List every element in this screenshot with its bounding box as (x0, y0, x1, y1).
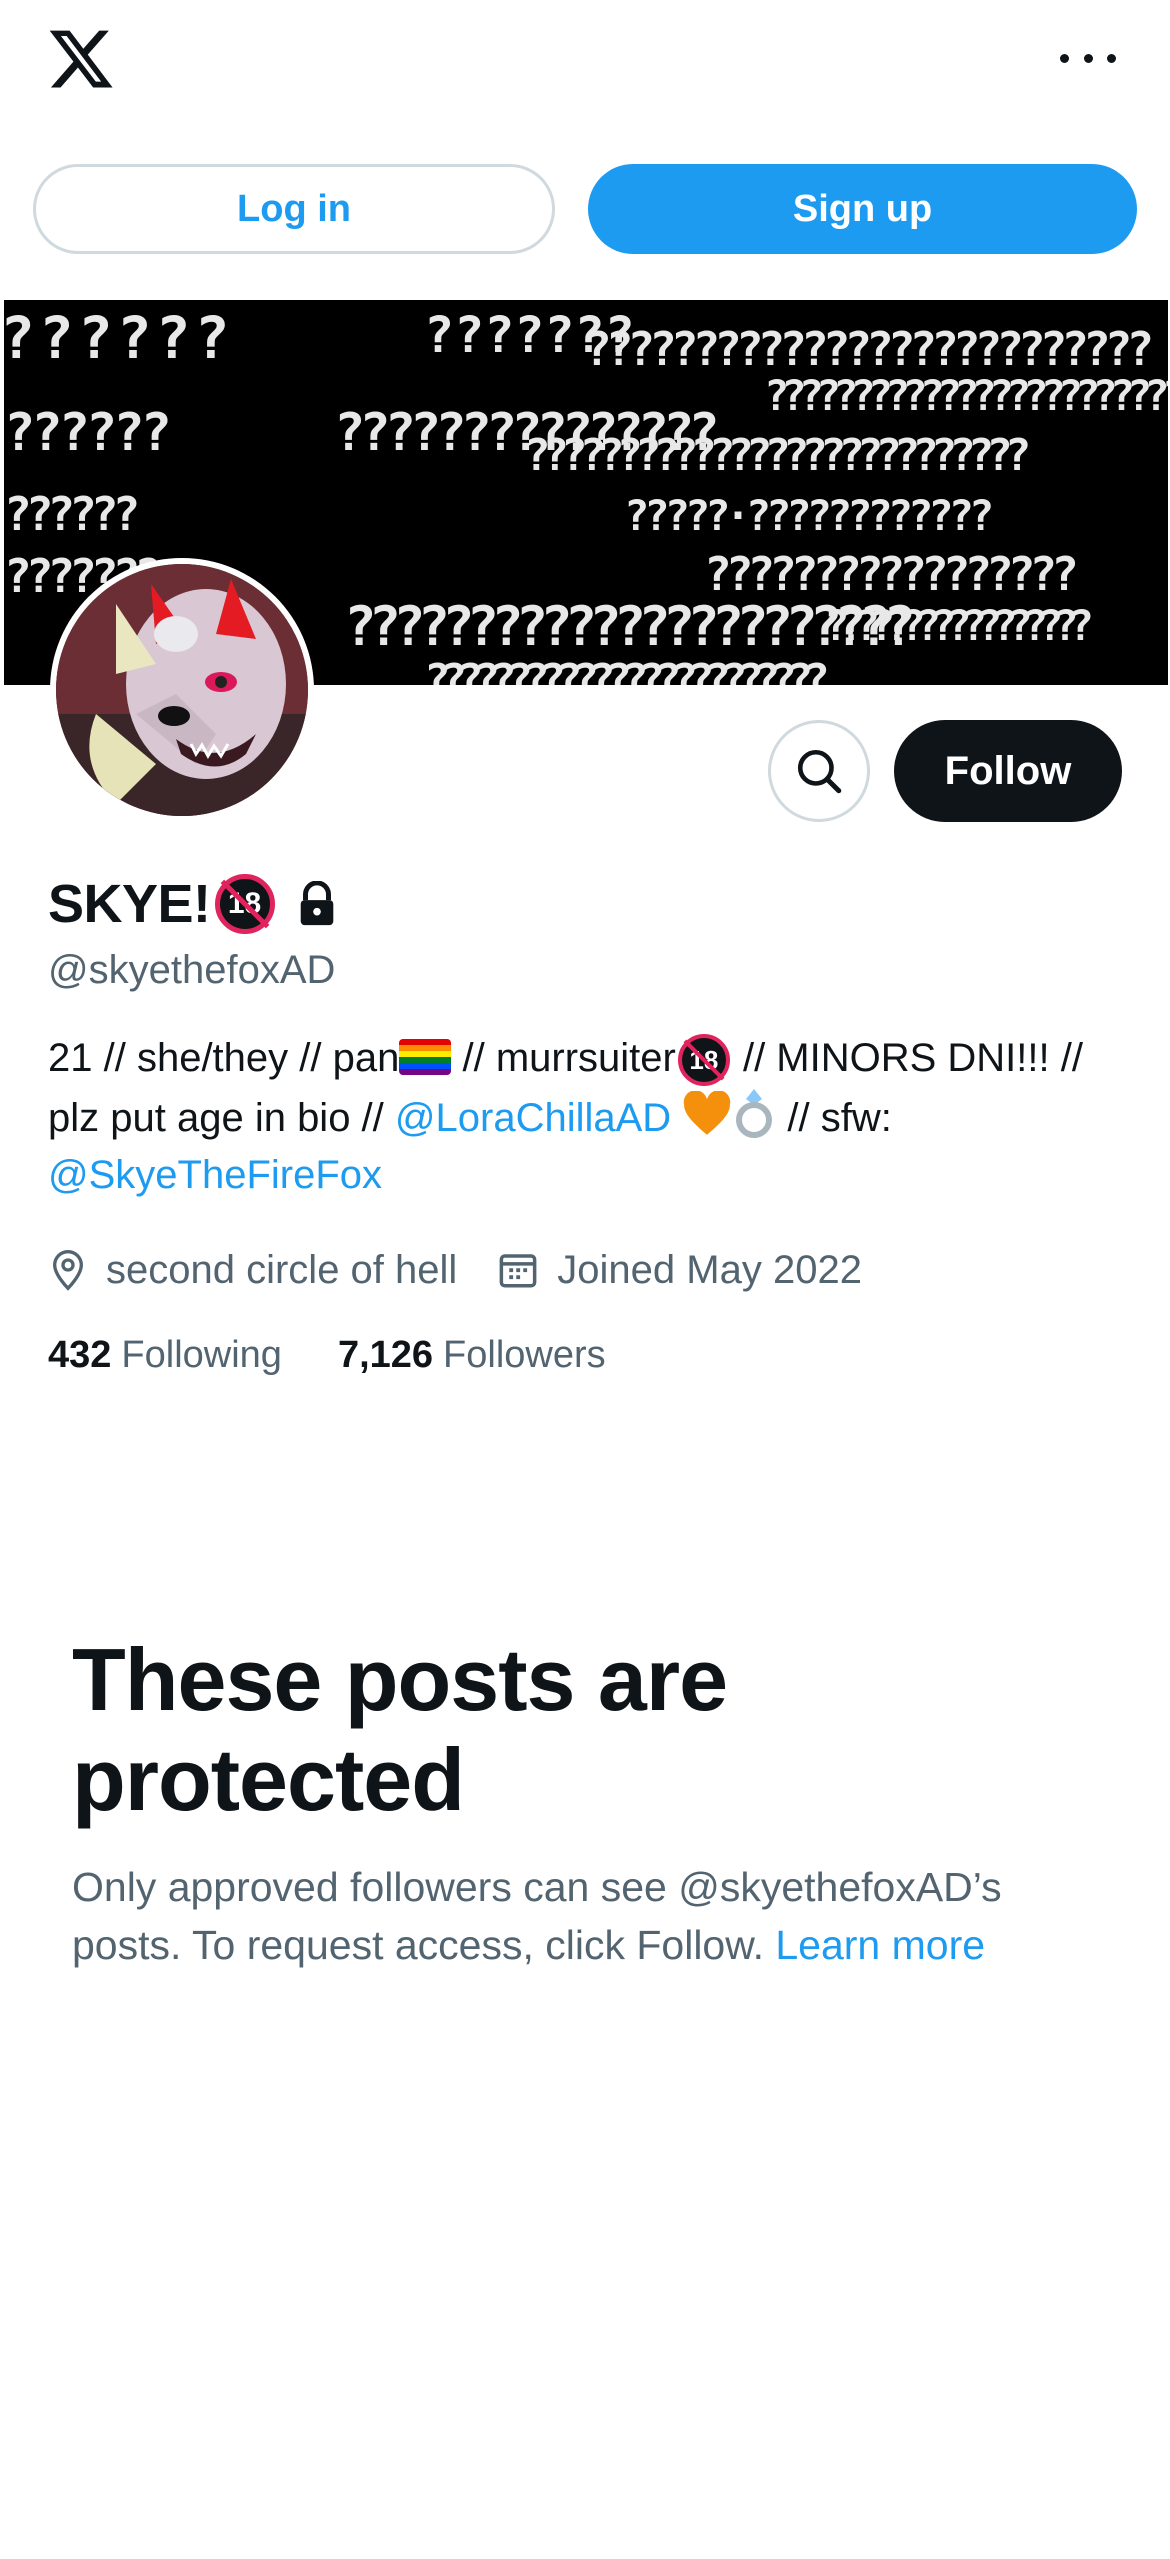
location-pin-icon (52, 1249, 84, 1291)
join-date: Joined May 2022 (497, 1248, 862, 1293)
orange-heart-icon (684, 1091, 731, 1135)
followers-count: 7,126 (337, 1333, 434, 1376)
svg-text:???????????????????????????: ??????????????????????????? (524, 430, 1028, 481)
ring-icon (736, 1089, 773, 1138)
mention-link[interactable]: @SkyeTheFireFox (48, 1153, 382, 1197)
search-profile-button[interactable] (768, 720, 870, 822)
no-under-18-icon: 18 (677, 1034, 730, 1087)
top-bar (0, 0, 1170, 140)
following-label: Following (121, 1333, 282, 1376)
bio-text: // sfw: (776, 1096, 892, 1140)
svg-text:??????????????????????????: ?????????????????????????? (584, 322, 1150, 376)
svg-text:?????????????????: ????????????????? (704, 547, 1075, 601)
display-name: SKYE! (48, 874, 211, 934)
rainbow-flag-icon (399, 1039, 452, 1075)
sign-up-button[interactable]: Sign up (588, 164, 1137, 254)
profile-bio: 21 // she/they // pan // murrsuiter 18 //… (48, 1030, 1108, 1204)
profile-meta: second circle of hell Joined May 2022 (48, 1240, 862, 1300)
learn-more-link[interactable]: Learn more (775, 1922, 985, 1968)
svg-text:????????????????????????: ???????????????????????? (424, 655, 826, 685)
bio-text: // murrsuiter (451, 1036, 676, 1080)
user-handle: @skyethefoxAD (48, 948, 336, 992)
svg-text:??????: ?????? (4, 487, 136, 541)
avatar[interactable] (50, 558, 314, 822)
follow-button[interactable]: Follow (894, 720, 1122, 822)
protected-title: These posts are protected (72, 1630, 728, 1829)
profile-stats: 432 Following 7,126 Followers (48, 1325, 606, 1385)
location: second circle of hell (48, 1248, 457, 1293)
more-options-icon[interactable] (1060, 38, 1116, 78)
following-count: 432 (48, 1333, 112, 1376)
svg-text:?????·????????????: ?????·???????????? (624, 491, 991, 540)
following-link[interactable]: 432 Following (48, 1334, 282, 1377)
log-in-button[interactable]: Log in (33, 164, 555, 254)
no-under-18-icon: 18 (214, 874, 275, 934)
protected-description: Only approved followers can see @skyethe… (72, 1858, 1072, 1974)
mention-link[interactable]: @LoraChillaAD (395, 1096, 671, 1140)
profile-name-row: SKYE! 18 (48, 868, 337, 940)
followers-label: Followers (443, 1333, 606, 1376)
search-icon (797, 749, 842, 794)
bio-text: 21 // she/they // pan (48, 1036, 400, 1080)
lock-icon (300, 881, 333, 926)
location-text: second circle of hell (106, 1247, 458, 1292)
followers-link[interactable]: 7,126 Followers (338, 1334, 606, 1377)
svg-text:??????????????????????????: ?????????????????????????? (764, 371, 1168, 420)
svg-text:??????: ?????? (4, 403, 169, 463)
calendar-icon (499, 1254, 537, 1288)
svg-text:?????????????????: ????????????????? (824, 601, 1091, 650)
svg-text:??????: ?????? (4, 304, 234, 372)
join-date-text: Joined May 2022 (557, 1247, 862, 1292)
x-logo-icon[interactable] (46, 24, 116, 94)
